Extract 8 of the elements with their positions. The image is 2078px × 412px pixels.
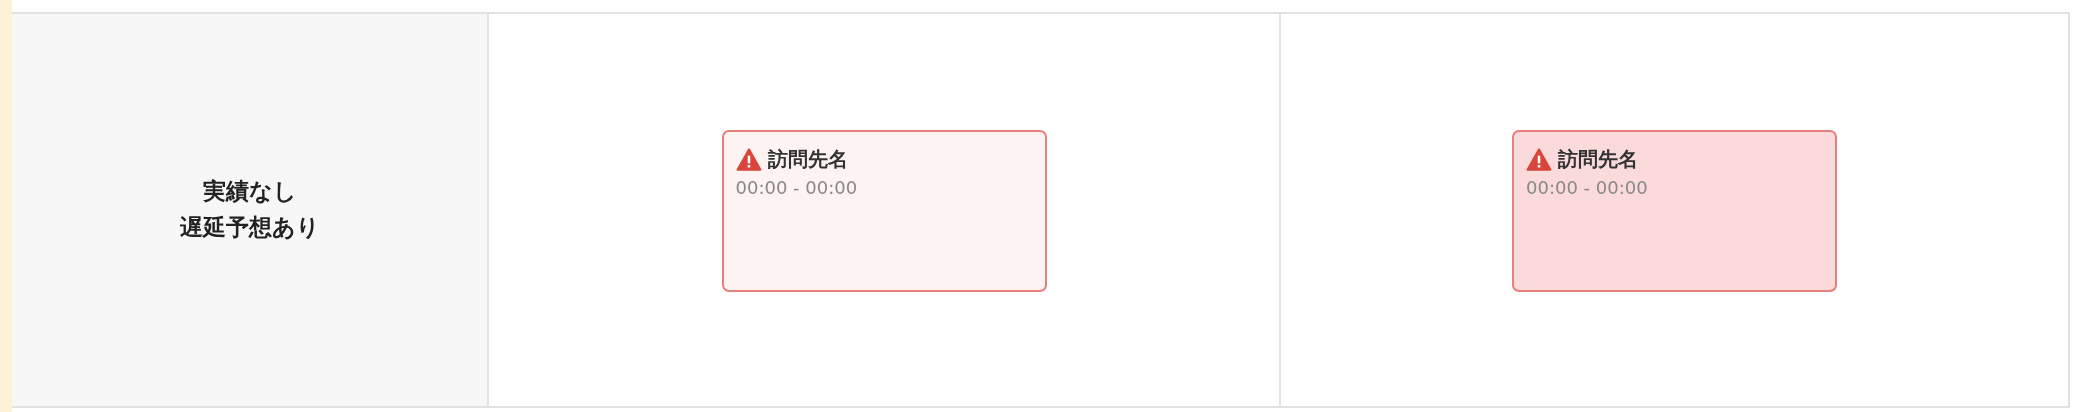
visit-name: 訪問先名 [1558, 146, 1638, 173]
visit-time: 00:00 - 00:00 [1526, 177, 1649, 198]
visit-card[interactable]: 訪問先名 00:00 - 00:00 [721, 130, 1047, 292]
row-label: 実績なし [202, 177, 297, 207]
visit-card[interactable]: 訪問先名 00:00 - 00:00 [1512, 130, 1837, 292]
visit-name: 訪問先名 [767, 146, 848, 173]
row-label: 遅延予想あり [179, 213, 320, 242]
visit-time: 00:00 - 00:00 [735, 177, 859, 198]
